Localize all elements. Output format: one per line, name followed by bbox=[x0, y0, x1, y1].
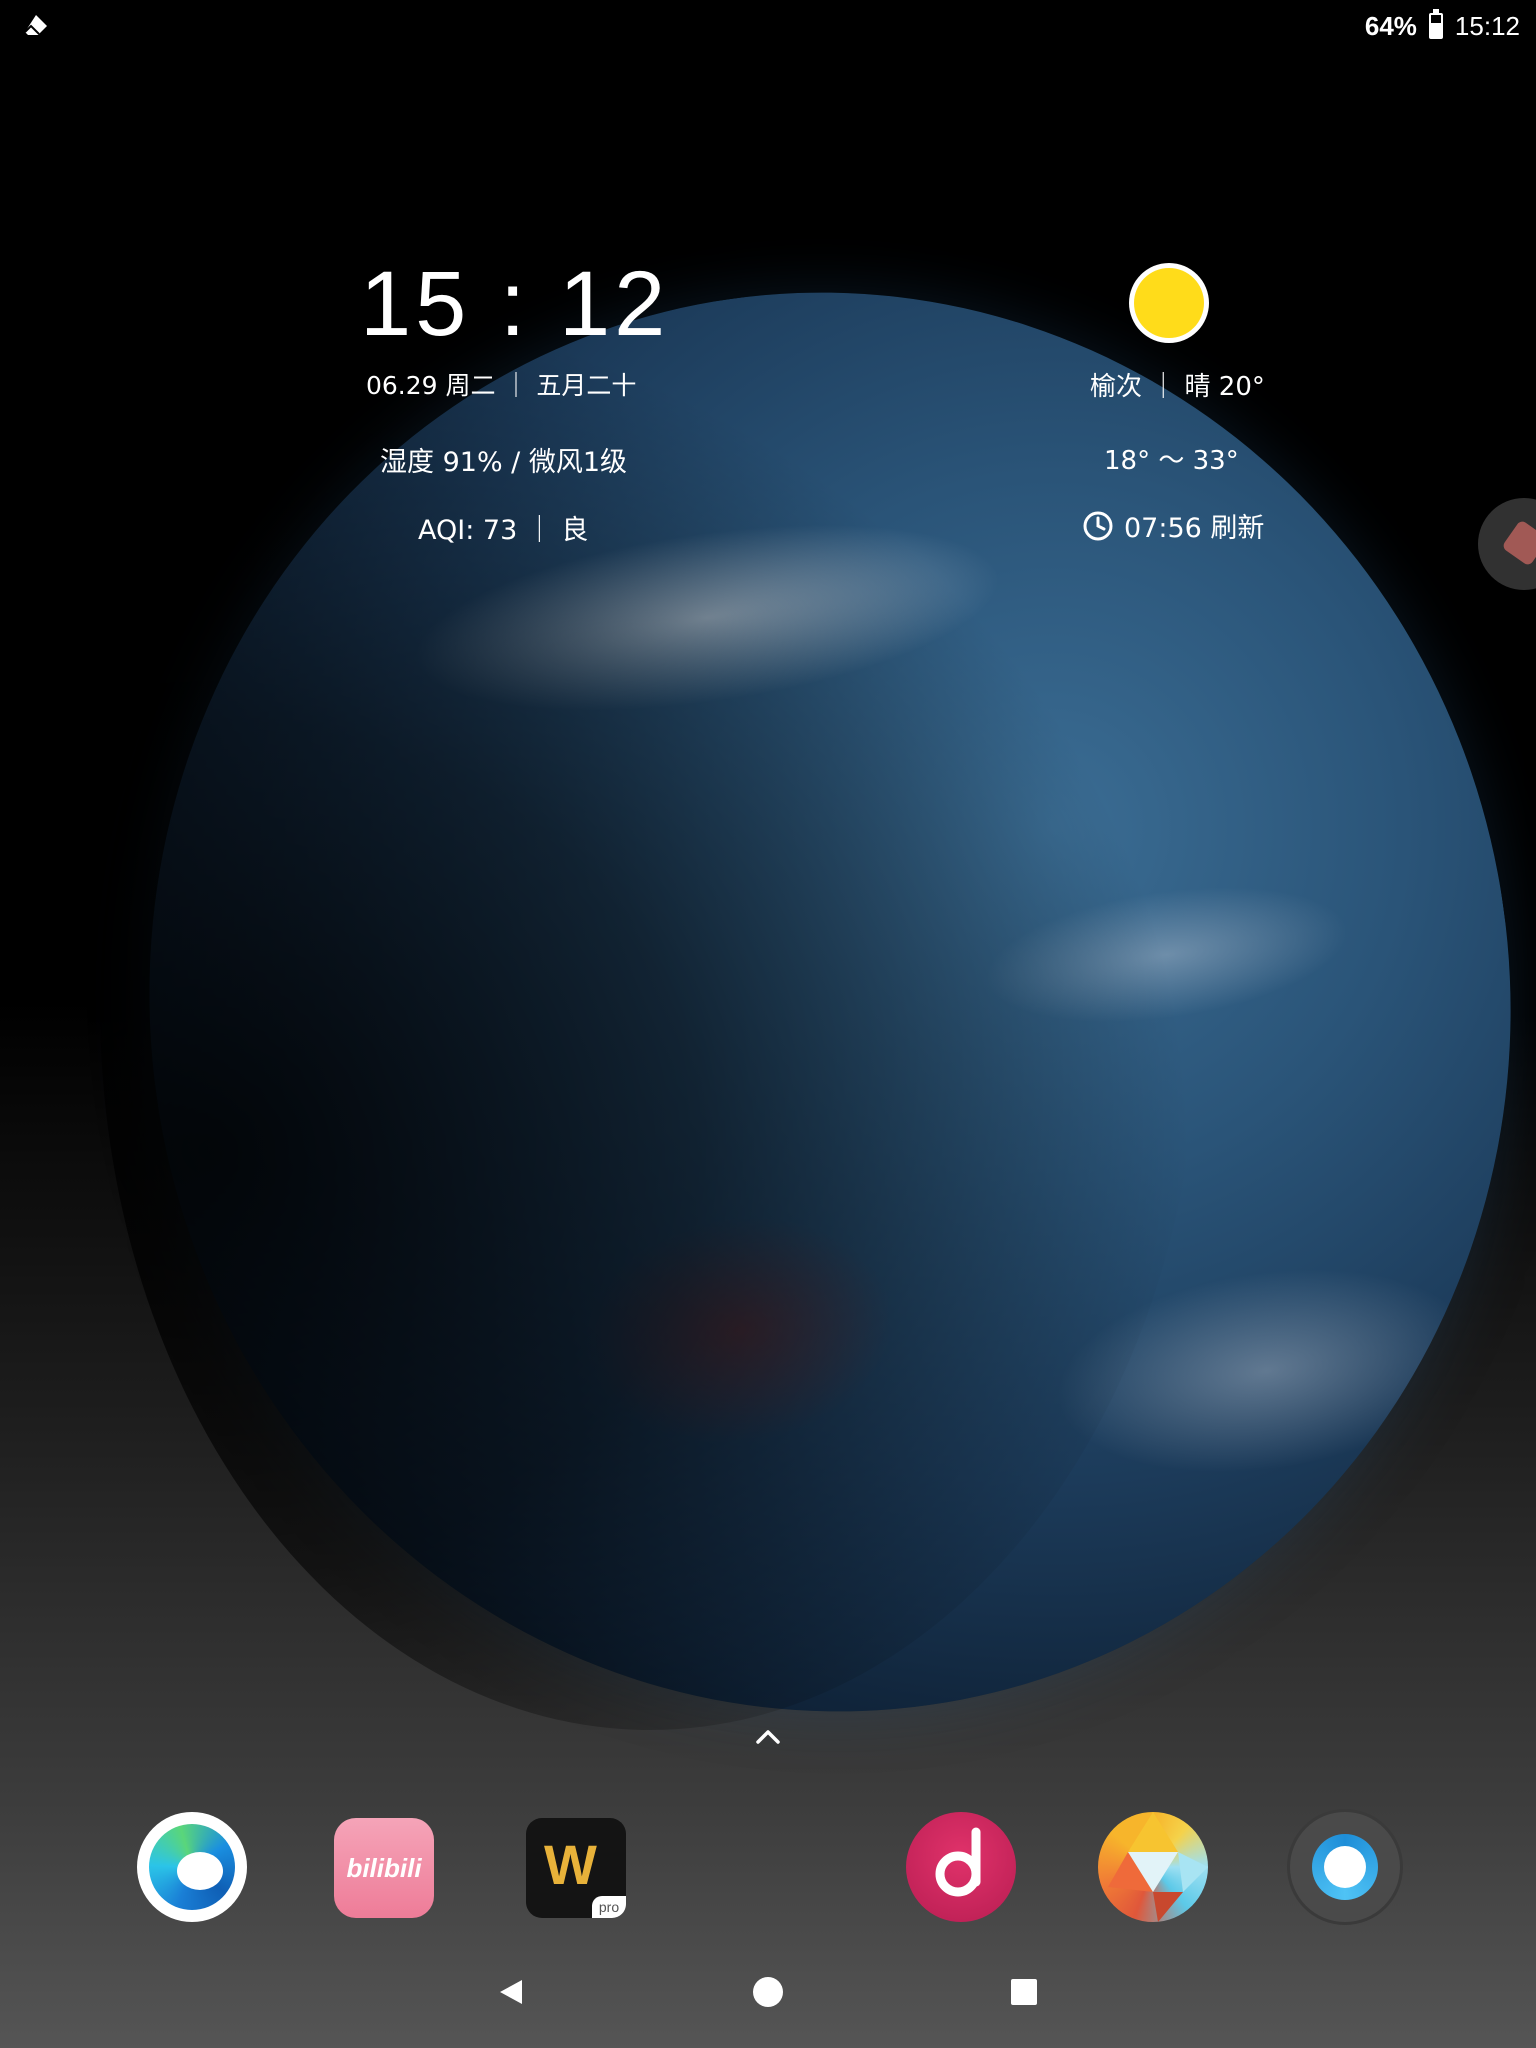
back-icon[interactable] bbox=[492, 1972, 532, 2012]
gallery-icon[interactable] bbox=[1098, 1812, 1208, 1922]
earth-shadow bbox=[100, 280, 1200, 1730]
battery-fill bbox=[1430, 22, 1441, 37]
home-icon[interactable] bbox=[748, 1972, 788, 2012]
camera-icon[interactable] bbox=[1290, 1812, 1400, 1922]
music-icon[interactable] bbox=[906, 1812, 1016, 1922]
bilibili-icon[interactable]: bilibili bbox=[334, 1818, 434, 1918]
refresh-label: 07:56 刷新 bbox=[1124, 513, 1265, 544]
status-bar: 64% 15:12 bbox=[0, 0, 1536, 52]
music-note-glyph bbox=[935, 1827, 981, 1897]
gallery-facets bbox=[1108, 1812, 1208, 1922]
clock-time[interactable]: 15 : 12 bbox=[360, 252, 669, 357]
edge-panel-handle[interactable] bbox=[1478, 498, 1536, 590]
clock-icon bbox=[1083, 511, 1113, 540]
status-time: 15:12 bbox=[1454, 10, 1520, 41]
chevron-up-icon[interactable] bbox=[748, 1716, 788, 1756]
home-screen: 64% 15:12 15 : 12 06.29 周二 ｜ 五月二十 湿度 91%… bbox=[0, 0, 1536, 2048]
edge-icon[interactable] bbox=[137, 1812, 247, 1922]
humidity-wind: 湿度 91% / 微风1级 bbox=[380, 447, 628, 478]
wps-logo: W bbox=[544, 1833, 597, 1896]
camera-lens-ring bbox=[1312, 1834, 1378, 1900]
weather-location-condition[interactable]: 榆次 ｜ 晴 20° bbox=[1090, 366, 1265, 403]
battery-icon bbox=[1428, 9, 1443, 39]
battery-percent: 64% bbox=[1364, 10, 1417, 41]
wps-pro-badge: pro bbox=[592, 1896, 626, 1918]
status-right: 64% 15:12 bbox=[1365, 8, 1520, 44]
edge-hole bbox=[177, 1852, 223, 1890]
temperature-range: 18° ～ 33° bbox=[1104, 446, 1239, 476]
sun-icon[interactable] bbox=[1134, 268, 1204, 338]
date-line[interactable]: 06.29 周二 ｜ 五月二十 bbox=[366, 366, 636, 402]
wps-icon[interactable]: W pro bbox=[526, 1818, 626, 1918]
eraser-icon bbox=[1501, 519, 1536, 567]
eraser-icon bbox=[24, 15, 47, 35]
recents-icon[interactable] bbox=[1004, 1972, 1044, 2012]
aqi-readout: AQI: 73 ｜ 良 bbox=[418, 515, 589, 546]
camera-lens-core bbox=[1324, 1846, 1366, 1888]
refresh-status[interactable]: 07:56 刷新 bbox=[1082, 506, 1264, 545]
bilibili-logo-text: bilibili bbox=[346, 1852, 422, 1883]
